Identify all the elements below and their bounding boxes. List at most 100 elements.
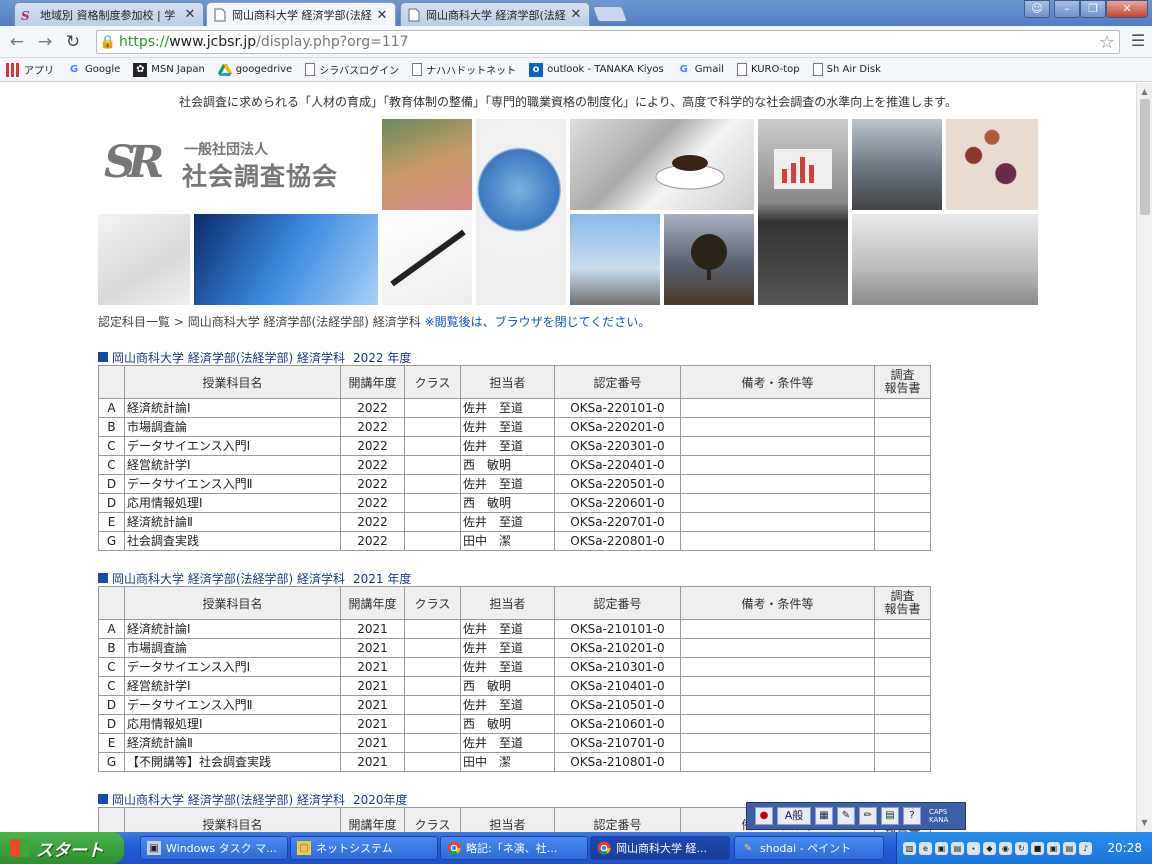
ime-brush-icon[interactable]: ✏ <box>859 807 877 825</box>
report-cell <box>874 657 931 677</box>
bookmark-outlook[interactable]: o outlook - TANAKA Kiyos <box>529 62 664 77</box>
instructor-cell: 田中 潔 <box>460 752 555 772</box>
minimize-button[interactable]: – <box>1054 0 1080 18</box>
bookmark-kuro[interactable]: KURO-top <box>736 63 800 76</box>
task-net-system[interactable]: □ ネットシステム <box>290 836 438 860</box>
task-chrome-1[interactable]: 略記:「ネ演、社... <box>440 836 588 860</box>
tab-2[interactable]: 岡山商科大学 経済学部(法経 ✕ <box>206 2 396 27</box>
ime-mode-button[interactable]: A般 <box>777 807 811 825</box>
square-bullet-icon <box>98 794 108 804</box>
bookmark-label: ナハハドットネット <box>426 66 517 77</box>
bookmark-apps[interactable]: アプリ <box>6 62 54 77</box>
scroll-up-icon[interactable]: ▲ <box>1137 85 1152 99</box>
network-icon[interactable]: ▧ <box>903 841 916 855</box>
subjects-table: 授業科目名 開講年度 クラス 担当者 認定番号 備考・条件等 調査 報告書 A 経済統計論Ⅰ 20… <box>98 365 931 551</box>
ime-help-icon[interactable]: ? <box>903 807 921 825</box>
report-cell <box>874 474 931 494</box>
notes-cell <box>680 417 875 437</box>
tab-1[interactable]: S 地域別 資格制度参加校 | 学 ✕ <box>14 2 204 26</box>
bookmark-syllabus[interactable]: シラバスログイン <box>305 62 399 77</box>
user-icon[interactable]: ☺ <box>1024 0 1050 18</box>
table-row: G 社会調査実践 2022 田中 潔 OKSa-220801-0 <box>98 531 931 551</box>
bookmark-google[interactable]: G Google <box>67 63 120 77</box>
bookmark-googledrive[interactable]: googedrive <box>217 63 292 77</box>
ime-dict-icon[interactable]: ▤ <box>881 807 899 825</box>
url-host: www.jcbsr.jp <box>169 34 257 50</box>
maximize-button[interactable]: ❐ <box>1080 0 1106 18</box>
task-task-manager[interactable]: ▣ Windows タスク マ... <box>140 836 288 860</box>
ime-pad-icon[interactable]: ▦ <box>815 807 833 825</box>
app-icon[interactable]: ■ <box>1031 841 1044 855</box>
storage-icon[interactable]: ▤ <box>1063 841 1076 855</box>
row-category: A <box>98 398 125 418</box>
photo-globe <box>476 119 566 305</box>
subject-section: 岡山商科大学 経済学部(法経学部) 経済学科 2021 年度 授業科目名 開講年度 クラ… <box>98 570 931 772</box>
ime-tool-icon[interactable]: ✎ <box>837 807 855 825</box>
report-cell <box>874 398 931 418</box>
task-chrome-2[interactable]: 岡山商科大学 経... <box>590 836 730 860</box>
tab-title: 地域別 資格制度参加校 | 学 <box>40 8 176 22</box>
notes-cell <box>680 398 875 418</box>
window-close-button[interactable]: ✕ <box>1106 0 1148 18</box>
column-header: 授業科目名 <box>124 586 341 620</box>
monitor-icon[interactable]: ▤ <box>951 841 964 855</box>
drive-icon <box>217 63 232 77</box>
photo-pen <box>382 214 472 305</box>
menu-icon[interactable]: ☰ <box>1130 32 1146 50</box>
table-row: C 経営統計学Ⅰ 2021 西 敏明 OKSa-210401-0 <box>98 676 931 696</box>
bookmark-msn[interactable]: ✿ MSN Japan <box>133 62 205 77</box>
start-button[interactable]: スタート <box>0 832 124 864</box>
status-icon[interactable]: ▣ <box>1047 841 1060 855</box>
breadcrumb-link-list[interactable]: 認定科目一覧 <box>98 315 170 329</box>
column-header <box>98 365 125 399</box>
task-paint[interactable]: ✎ shodai - ペイント <box>734 836 884 860</box>
class-cell <box>404 619 461 639</box>
subject-name: 経済統計論Ⅱ <box>124 512 341 532</box>
close-icon[interactable]: ✕ <box>569 7 583 22</box>
column-header: クラス <box>404 365 461 399</box>
cert-number-cell: OKSa-210101-0 <box>554 619 681 639</box>
close-icon[interactable]: ✕ <box>375 8 389 23</box>
shield-icon[interactable]: ◆ <box>983 841 996 855</box>
tab-3[interactable]: 岡山商科大学 経済学部(法経 ✕ <box>400 2 590 26</box>
square-bullet-icon <box>98 352 108 362</box>
address-bar[interactable]: 🔒 https://www.jcbsr.jp/display.php?org=1… <box>96 30 1120 54</box>
apps-grid-icon <box>6 62 20 77</box>
cert-number-cell: OKSa-220501-0 <box>554 474 681 494</box>
cert-number-cell: OKSa-220301-0 <box>554 436 681 456</box>
year-cell: 2022 <box>340 455 405 475</box>
column-header: 備考・条件等 <box>680 365 875 399</box>
site-logo[interactable]: SR 一般社団法人 社会調査協会 <box>98 119 378 210</box>
vertical-scrollbar[interactable]: ▲ ▼ <box>1136 83 1152 832</box>
photo-laptop <box>758 119 848 305</box>
column-header: 開講年度 <box>340 586 405 620</box>
forward-arrow-icon[interactable]: → <box>34 31 56 53</box>
back-arrow-icon[interactable]: ← <box>6 31 28 53</box>
ime-icon[interactable]: ● <box>755 807 773 825</box>
year-cell: 2021 <box>340 676 405 696</box>
cert-number-cell: OKSa-210201-0 <box>554 638 681 658</box>
ie-icon[interactable]: e <box>919 841 932 855</box>
bluetooth-icon[interactable]: ⋆ <box>967 841 980 855</box>
bookmark-nahaha[interactable]: ナハハドットネット <box>412 62 516 77</box>
report-cell <box>874 695 931 715</box>
table-row: D データサイエンス入門Ⅱ 2021 佐井 至道 OKSa-210501-0 <box>98 695 931 715</box>
bookmark-star-icon[interactable]: ☆ <box>1099 32 1115 53</box>
notes-cell <box>680 714 875 734</box>
subject-name: 【不開講等】社会調査実践 <box>124 752 341 772</box>
volume-icon[interactable]: ♪ <box>1079 841 1092 855</box>
close-icon[interactable]: ✕ <box>183 7 197 22</box>
bookmark-shairdisk[interactable]: Sh Air Disk <box>812 63 881 76</box>
display-icon[interactable]: ▣ <box>935 841 948 855</box>
lock-icon: 🔒 <box>99 34 117 50</box>
task-label: ネットシステム <box>316 842 393 855</box>
row-category: A <box>98 619 125 639</box>
new-tab-button[interactable] <box>592 6 628 22</box>
reload-icon[interactable]: ↻ <box>62 31 84 53</box>
scroll-thumb[interactable] <box>1140 99 1150 215</box>
column-header: 授業科目名 <box>124 807 341 832</box>
security-icon[interactable]: ◉ <box>999 841 1012 855</box>
scroll-down-icon[interactable]: ▼ <box>1137 816 1152 830</box>
sync-icon[interactable]: ↻ <box>1015 841 1028 855</box>
bookmark-gmail[interactable]: G Gmail <box>677 63 724 77</box>
